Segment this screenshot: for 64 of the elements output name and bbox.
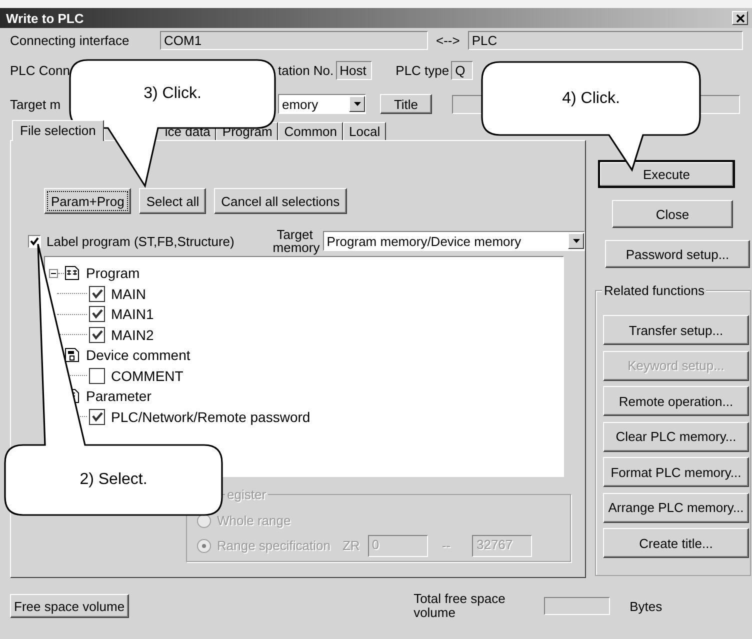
tree-item[interactable]: Device comment	[84, 347, 192, 364]
function-button[interactable]: Create title...	[603, 528, 749, 558]
tree-item[interactable]: Parameter	[84, 388, 154, 404]
station-field: Host	[336, 60, 372, 80]
plc-type-field: Q	[451, 60, 474, 80]
checkbox[interactable]	[89, 326, 105, 343]
target-memory-dropdown[interactable]: Program memory/Device memory	[322, 231, 585, 251]
target-field: PLC	[468, 30, 743, 50]
comment-file-icon	[64, 347, 80, 364]
tab[interactable]: File selection	[12, 120, 104, 141]
checkbox[interactable]	[28, 234, 41, 248]
callout-text: 4) Click.	[562, 90, 620, 108]
dropdown-arrow-icon	[354, 102, 360, 106]
connection-arrow: <-->	[436, 32, 460, 48]
close-icon	[736, 14, 744, 22]
function-button[interactable]: Transfer setup...	[603, 315, 749, 345]
checkbox[interactable]	[89, 286, 105, 302]
title-button[interactable]: Title	[380, 94, 432, 114]
tree-item[interactable]: PLC/Network/Remote password	[109, 408, 312, 425]
tree-item[interactable]: Program	[84, 265, 142, 282]
checkbox[interactable]	[89, 306, 105, 322]
selection-button[interactable]: Cancel all selections	[214, 188, 347, 214]
selection-button[interactable]: Param+Prog	[44, 188, 132, 214]
unit-label: Bytes	[630, 598, 662, 614]
function-button[interactable]: Arrange PLC memory...	[603, 492, 749, 522]
function-button[interactable]: Remote operation...	[603, 386, 749, 416]
function-button[interactable]: Format PLC memory...	[603, 457, 749, 487]
dropdown-arrow-icon	[572, 239, 580, 243]
tree-item[interactable]: MAIN2	[109, 326, 156, 343]
range-separator: --	[442, 538, 450, 553]
interface-field: COM1	[160, 30, 428, 50]
tree-item[interactable]: COMMENT	[109, 368, 186, 384]
field-label: Target m	[10, 96, 62, 112]
field-label: ZR	[342, 538, 360, 553]
action-button[interactable]: Execute	[598, 160, 735, 188]
group-title: Related functions	[602, 283, 706, 298]
free-space-button[interactable]: Free space volume	[10, 594, 129, 618]
memory-dropdown[interactable]: emory	[278, 94, 366, 114]
field-label: PLC Conn	[10, 62, 71, 78]
tab[interactable]: Common	[278, 122, 344, 140]
callout-text: 3) Click.	[144, 85, 202, 103]
tab[interactable]: Local	[343, 122, 386, 140]
total-free-space-field	[544, 597, 610, 615]
action-button[interactable]: Password setup...	[605, 240, 750, 268]
callout-text: 2) Select.	[80, 471, 148, 489]
checkbox[interactable]	[89, 408, 105, 425]
checkbox-label: Label program (ST,FB,Structure)	[46, 234, 236, 248]
field-label: PLC type	[396, 62, 450, 78]
tree-item[interactable]: MAIN	[109, 286, 148, 302]
window-title: Write to PLC	[6, 10, 84, 26]
group-title: egister	[225, 487, 268, 502]
close-button[interactable]	[732, 11, 748, 25]
field-label: Connecting interface	[10, 32, 130, 48]
collapse-icon[interactable]	[49, 268, 58, 278]
checkbox[interactable]	[89, 368, 105, 384]
field-label: Total free space volume	[414, 592, 506, 620]
tree-item[interactable]: MAIN1	[109, 306, 156, 322]
selection-button[interactable]: Select all	[139, 188, 206, 214]
function-button[interactable]: Clear PLC memory...	[603, 422, 749, 452]
field-label: tation No.	[278, 62, 334, 78]
ladder-file-icon	[64, 265, 80, 282]
radio-label: Whole range	[217, 513, 291, 528]
radio-label: Range specification	[217, 538, 330, 553]
action-button[interactable]: Close	[612, 200, 733, 228]
